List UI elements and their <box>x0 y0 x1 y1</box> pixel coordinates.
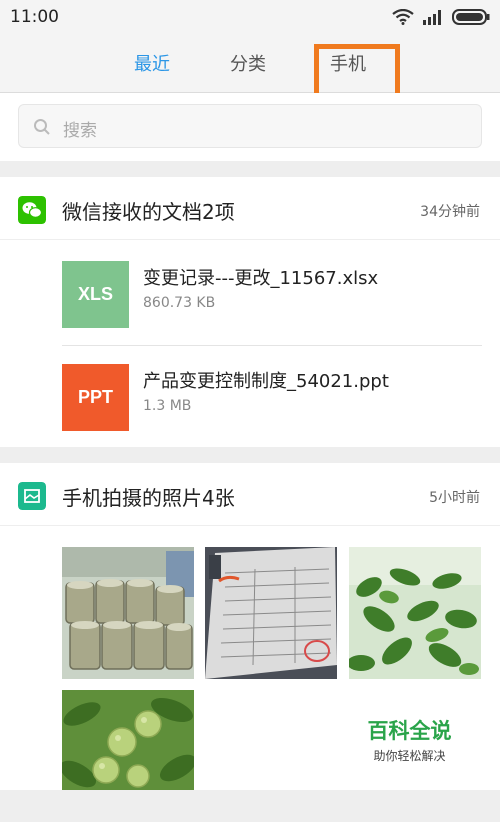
search-placeholder: 搜索 <box>63 121 97 141</box>
group-time: 5小时前 <box>429 490 480 506</box>
leaves-photo[interactable] <box>349 547 481 679</box>
search-section: 搜索 <box>0 93 500 161</box>
tab-recent[interactable]: 最近 <box>134 50 170 76</box>
watermark-title: 百科全说 <box>367 719 452 743</box>
battery-icon <box>452 9 490 25</box>
ppt-file-icon: PPT <box>62 364 129 431</box>
document-photo[interactable] <box>205 547 337 679</box>
group-header[interactable]: 微信接收的文档2项 34分钟前 <box>0 177 500 240</box>
group-time: 34分钟前 <box>420 204 480 220</box>
file-size: 860.73 KB <box>143 295 216 311</box>
cans-photo[interactable] <box>62 547 194 679</box>
search-icon <box>34 119 50 135</box>
group-title: 微信接收的文档2项 <box>62 200 235 224</box>
wifi-icon <box>392 9 414 25</box>
status-time: 11:00 <box>10 7 59 27</box>
wechat-icon <box>18 196 46 224</box>
signal-icon <box>423 10 441 25</box>
walnut-photo[interactable] <box>62 690 194 822</box>
group-header[interactable]: 手机拍摄的照片4张 5小时前 <box>0 463 500 526</box>
xls-file-icon: XLS <box>62 261 129 328</box>
file-item[interactable]: PPT 产品变更控制制度_54021.ppt 1.3 MB <box>0 343 500 446</box>
watermark-logo: 百科全说 助你轻松解决 <box>352 715 467 764</box>
file-item[interactable]: XLS 变更记录---更改_11567.xlsx 860.73 KB <box>0 240 500 343</box>
file-name: 变更记录---更改_11567.xlsx <box>143 268 379 289</box>
status-bar: 11:00 <box>0 0 500 36</box>
tab-category[interactable]: 分类 <box>230 50 266 76</box>
tab-bar: 最近 分类 手机 <box>0 36 500 93</box>
search-input[interactable]: 搜索 <box>18 104 482 148</box>
watermark-subtitle: 助你轻松解决 <box>373 749 446 763</box>
file-size: 1.3 MB <box>143 398 192 414</box>
file-name: 产品变更控制制度_54021.ppt <box>143 371 389 392</box>
wechat-docs-group: 微信接收的文档2项 34分钟前 XLS 变更记录---更改_11567.xlsx… <box>0 177 500 447</box>
status-icons <box>392 9 490 25</box>
gallery-icon <box>18 482 46 510</box>
group-title: 手机拍摄的照片4张 <box>62 486 235 510</box>
